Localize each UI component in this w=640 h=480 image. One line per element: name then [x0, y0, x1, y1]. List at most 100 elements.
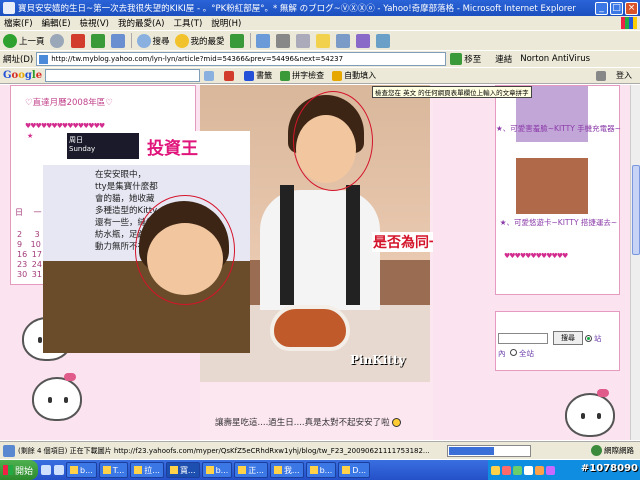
- print-icon[interactable]: [275, 33, 290, 48]
- google-popup-blocker[interactable]: [224, 70, 236, 81]
- caption-text: 讓壽星吃這....過生日....真是太對不起安安了啦: [215, 418, 390, 428]
- calendar-date[interactable]: 9: [17, 240, 22, 249]
- google-bookmarks-button[interactable]: 書籤: [244, 70, 272, 81]
- mail-icon[interactable]: [255, 33, 270, 48]
- google-toolbar: Google 書籤 拼字檢查 自動填入 登入: [0, 67, 640, 84]
- norton-antivirus-button[interactable]: Norton AntiVirus: [520, 54, 590, 64]
- menu-edit[interactable]: 編輯(E): [42, 17, 71, 29]
- google-autofill-button[interactable]: 自動填入: [332, 70, 376, 81]
- history-icon[interactable]: [229, 33, 244, 48]
- menu-favorites[interactable]: 我的最愛(A): [118, 17, 164, 29]
- taskbar-button[interactable]: b...: [66, 462, 97, 478]
- tray-icon[interactable]: [524, 465, 533, 475]
- ie-app-icon[interactable]: [3, 2, 15, 14]
- calendar-date[interactable]: 16: [17, 250, 27, 259]
- taskbar-button-label: 正...: [248, 465, 264, 475]
- address-input[interactable]: http://tw.myblog.yahoo.com/lyn-lyn/artic…: [36, 52, 447, 66]
- google-login-button[interactable]: 登入: [616, 70, 632, 81]
- calendar-date[interactable]: 10: [31, 240, 41, 249]
- tray-icon[interactable]: [513, 465, 522, 475]
- back-button[interactable]: 上一頁: [3, 33, 45, 48]
- refresh-icon[interactable]: [90, 33, 105, 48]
- calendar-date[interactable]: 23: [17, 260, 27, 269]
- blog-search-input[interactable]: [498, 333, 548, 344]
- google-settings-button[interactable]: [596, 70, 608, 81]
- menu-help[interactable]: 說明(H): [211, 17, 241, 29]
- tray-icon[interactable]: [535, 465, 544, 475]
- taskbar-button-active[interactable]: 寶...: [165, 462, 200, 478]
- scrollbar-thumb[interactable]: [632, 165, 640, 255]
- stop-icon[interactable]: [70, 33, 85, 48]
- taskbar-button[interactable]: b...: [305, 462, 337, 478]
- go-button[interactable]: 移至: [450, 53, 481, 65]
- quick-launch-icon[interactable]: [41, 465, 51, 475]
- calendar-date[interactable]: 2: [17, 230, 22, 239]
- menu-view[interactable]: 檢視(V): [80, 17, 109, 29]
- messenger-icon[interactable]: [355, 33, 370, 48]
- start-button[interactable]: 開始: [0, 460, 38, 480]
- zone-label: 網際網路: [604, 446, 634, 455]
- soup-bowl: [270, 305, 350, 351]
- maximize-button[interactable]: □: [610, 1, 623, 15]
- back-label: 上一頁: [19, 36, 45, 47]
- taskbar-button[interactable]: 拉...: [130, 462, 164, 478]
- radio-inside-label: 內: [498, 349, 506, 358]
- link-kitty-card[interactable]: ★、可愛悠遊卡~KITTY 搭捷運去~: [496, 218, 621, 228]
- kitty-card-thumbnail[interactable]: [516, 158, 588, 214]
- home-icon[interactable]: [110, 33, 125, 48]
- favorites-button[interactable]: 我的最愛: [174, 33, 225, 48]
- google-search-input[interactable]: [45, 69, 201, 82]
- taskbar-button[interactable]: b...: [201, 462, 233, 478]
- calendar-date[interactable]: 24: [32, 260, 42, 269]
- menu-file[interactable]: 檔案(F): [4, 17, 33, 29]
- radio-all-site-label: 全站: [519, 349, 534, 358]
- vertical-scrollbar[interactable]: [630, 85, 640, 440]
- autofill-label: 自動填入: [344, 71, 377, 80]
- tray-icon[interactable]: [546, 465, 555, 475]
- forward-button[interactable]: [49, 33, 66, 48]
- quick-launch-icon[interactable]: [54, 465, 64, 475]
- page-content: ♡直達月曆2008年區♡ ♥♥♥♥♥♥♥♥♥♥♥♥♥♥♥ ★ 日 一 2 3 9…: [0, 85, 630, 440]
- hello-kitty-decoration: [565, 389, 615, 437]
- taskbar-button-label: 寶...: [179, 465, 196, 475]
- taskbar-button[interactable]: 正...: [234, 462, 268, 478]
- calendar-date[interactable]: 3: [35, 230, 40, 239]
- menu-bar: 檔案(F) 編輯(E) 檢視(V) 我的最愛(A) 工具(T) 說明(H): [0, 16, 640, 30]
- spellcheck-tooltip: 檢查您在 英文 的任何網頁表單欄位上輸入的文章拼字: [372, 86, 532, 98]
- magazine-title: 投資王: [147, 139, 198, 159]
- calendar-title[interactable]: ♡直達月曆2008年區♡: [25, 96, 113, 108]
- search-button[interactable]: 搜尋: [136, 33, 170, 48]
- minimize-button[interactable]: _: [595, 1, 608, 15]
- taskbar-button[interactable]: D...: [338, 462, 371, 478]
- tray-icon[interactable]: [491, 465, 500, 475]
- radio-site[interactable]: [585, 335, 592, 342]
- calendar-date[interactable]: 30: [17, 270, 27, 279]
- google-spellcheck-button[interactable]: 拼字檢查: [280, 70, 324, 81]
- search-label: 搜尋: [152, 36, 170, 47]
- go-arrow-icon: [450, 53, 463, 65]
- link-kitty-charger[interactable]: ★、可愛害羞臉~KITTY 手機充電器~: [496, 124, 621, 134]
- research-icon[interactable]: [335, 33, 350, 48]
- calendar-date[interactable]: 31: [32, 270, 42, 279]
- tray-icon[interactable]: [502, 465, 511, 475]
- google-logo[interactable]: Google: [3, 70, 42, 81]
- calendar-date[interactable]: 17: [32, 250, 42, 259]
- taskbar-button[interactable]: 我...: [269, 462, 304, 478]
- taskbar-button[interactable]: T...: [98, 462, 129, 478]
- links-button[interactable]: 連結: [495, 53, 512, 65]
- favorites-star-icon: [174, 33, 189, 48]
- blog-search-button[interactable]: 搜尋: [553, 331, 583, 345]
- close-button[interactable]: ×: [625, 1, 638, 15]
- folder-icon[interactable]: [315, 33, 330, 48]
- menu-tools[interactable]: 工具(T): [173, 17, 202, 29]
- sidebar-links-box: ★、可愛害羞臉~KITTY 手機充電器~ ★、可愛悠遊卡~KITTY 搭捷運去~…: [495, 85, 621, 295]
- radio-all-site[interactable]: [510, 349, 517, 356]
- taskbar-app-icon: [70, 466, 78, 474]
- taskbar-app-icon: [134, 466, 143, 474]
- tools-icon[interactable]: [375, 33, 390, 48]
- taskbar-app-icon: [342, 466, 351, 474]
- google-search-button[interactable]: [204, 70, 216, 81]
- edit-icon[interactable]: [295, 33, 310, 48]
- spellcheck-icon: [280, 70, 291, 81]
- windows-logo-icon: [621, 17, 637, 29]
